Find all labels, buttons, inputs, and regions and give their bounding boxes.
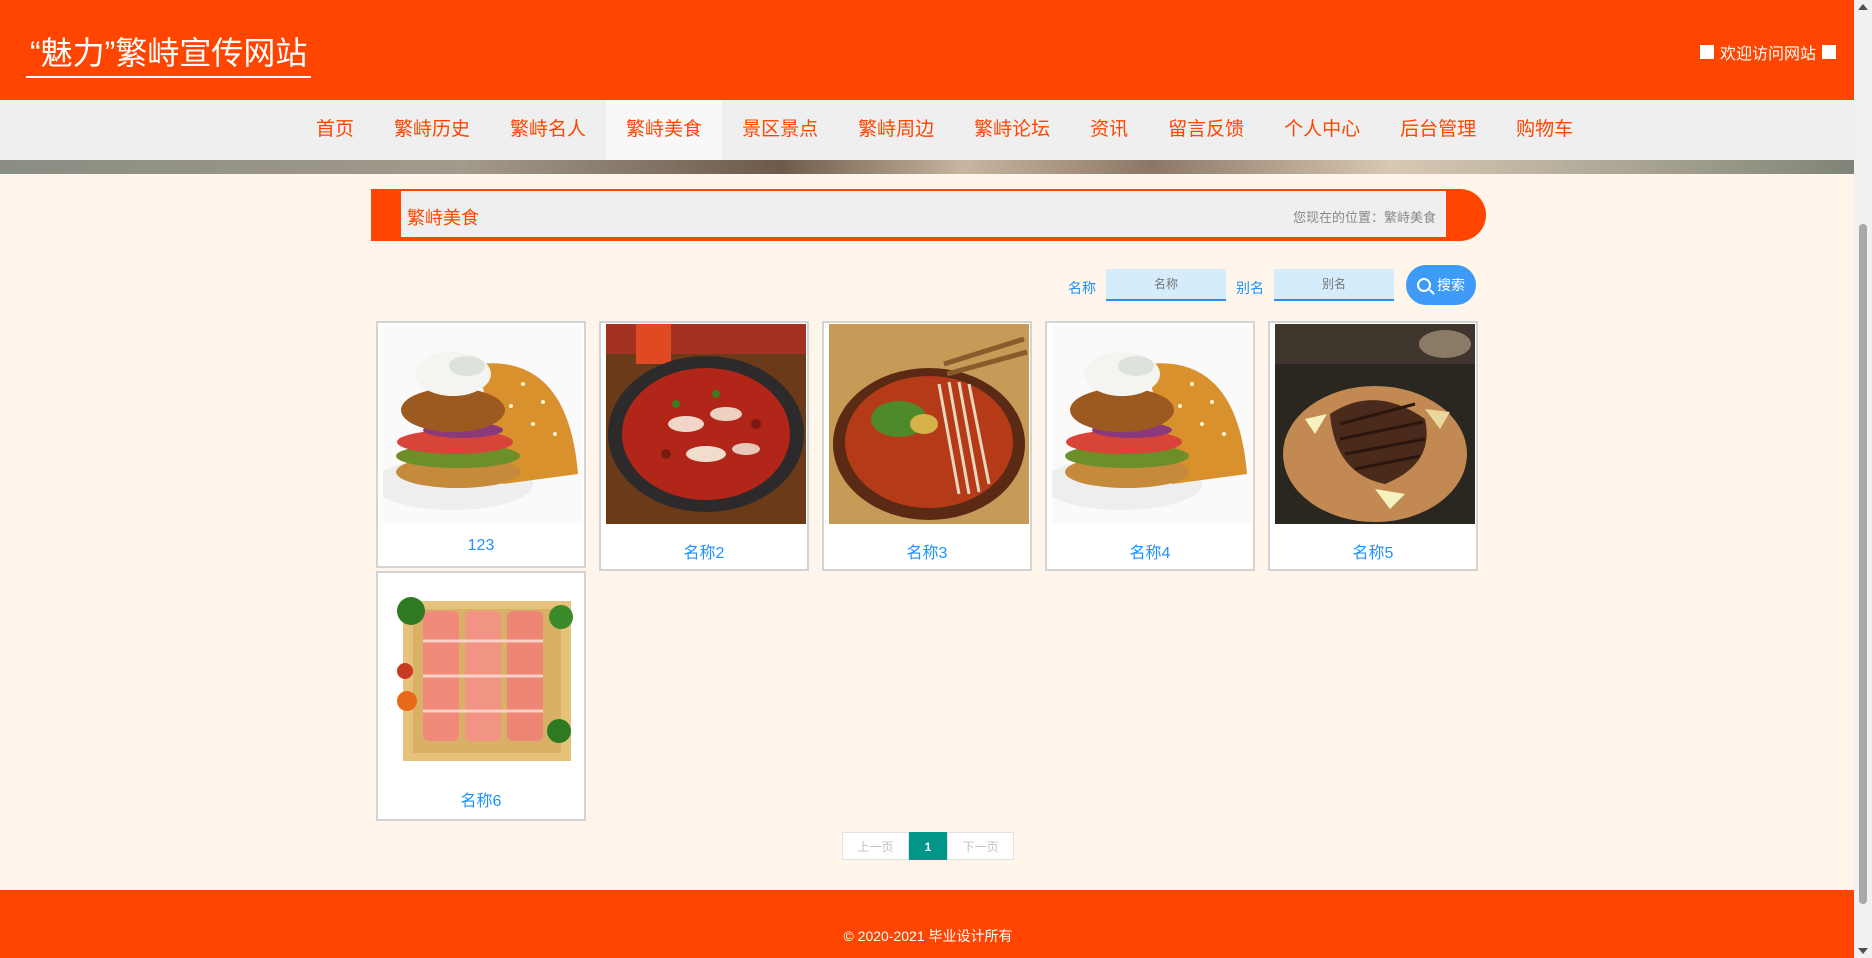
- food-card[interactable]: 名称3: [822, 321, 1032, 571]
- food-card-caption[interactable]: 名称2: [601, 539, 807, 563]
- food-image-steak[interactable]: [1275, 324, 1475, 524]
- food-card-caption[interactable]: 名称4: [1047, 539, 1253, 563]
- header: “魅力”繁峙宣传网站 欢迎访问网站: [0, 0, 1856, 100]
- nav-item-history[interactable]: 繁峙历史: [374, 100, 490, 160]
- nav-item-surroundings[interactable]: 繁峙周边: [838, 100, 954, 160]
- nav-item-home[interactable]: 首页: [296, 100, 374, 160]
- food-image-spicy-fish[interactable]: [606, 324, 806, 524]
- food-card-caption[interactable]: 名称5: [1270, 539, 1476, 563]
- copyright-text: © 2020-2021 毕业设计所有: [843, 928, 1013, 944]
- nav-item-scenic-spots[interactable]: 景区景点: [722, 100, 838, 160]
- square-icon: [1822, 45, 1836, 59]
- scrollbar-thumb[interactable]: [1859, 224, 1867, 904]
- nav-item-food[interactable]: 繁峙美食: [606, 100, 723, 160]
- scroll-down-arrow-icon[interactable]: [1858, 948, 1868, 954]
- food-card[interactable]: 名称4: [1045, 321, 1255, 571]
- nav-item-forum[interactable]: 繁峙论坛: [954, 100, 1070, 160]
- nav-item-personal-center[interactable]: 个人中心: [1264, 100, 1380, 160]
- banner-image-strip: [0, 160, 1856, 174]
- vertical-scrollbar[interactable]: [1854, 0, 1872, 958]
- nav-item-celebrities[interactable]: 繁峙名人: [490, 100, 606, 160]
- current-page[interactable]: 1: [909, 832, 947, 860]
- food-image-burger[interactable]: [383, 324, 583, 524]
- food-card-caption[interactable]: 名称3: [824, 539, 1030, 563]
- nav-item-feedback[interactable]: 留言反馈: [1148, 100, 1264, 160]
- section-title: 繁峙美食: [407, 208, 479, 228]
- food-image-sashimi[interactable]: [383, 581, 583, 781]
- name-label: 名称: [1068, 280, 1096, 296]
- breadcrumb: 您现在的位置：繁峙美食: [1292, 210, 1436, 225]
- food-image-noodles[interactable]: [829, 324, 1029, 524]
- food-card[interactable]: 名称5: [1268, 321, 1478, 571]
- name-search-input[interactable]: [1106, 269, 1226, 301]
- welcome-text: 欢迎访问网站: [1719, 46, 1816, 63]
- food-image-burger[interactable]: [1052, 324, 1252, 524]
- footer: © 2020-2021 毕业设计所有: [0, 890, 1856, 958]
- square-icon: [1699, 45, 1714, 59]
- next-page-button[interactable]: 下一页: [947, 832, 1014, 860]
- search-button-label: 搜索: [1437, 277, 1465, 293]
- food-card-caption[interactable]: 名称6: [378, 787, 584, 811]
- food-card[interactable]: 名称2: [599, 321, 809, 571]
- search-icon: [1417, 278, 1431, 292]
- food-card-caption[interactable]: 123: [378, 537, 584, 555]
- welcome-bar: 欢迎访问网站: [1699, 40, 1836, 64]
- site-title[interactable]: “魅力”繁峙宣传网站: [26, 28, 312, 78]
- alias-label: 别名: [1236, 280, 1264, 296]
- food-card[interactable]: 名称6: [376, 571, 586, 821]
- scroll-up-arrow-icon[interactable]: [1858, 4, 1868, 10]
- search-button[interactable]: 搜索: [1406, 265, 1476, 305]
- search-bar: 名称 别名 搜索: [1068, 265, 1476, 305]
- page: “魅力”繁峙宣传网站 欢迎访问网站 首页 繁峙历史 繁峙名人 繁峙美食 景区景点…: [0, 0, 1856, 958]
- prev-page-button[interactable]: 上一页: [842, 832, 909, 860]
- nav-item-cart[interactable]: 购物车: [1496, 100, 1593, 160]
- alias-search-input[interactable]: [1274, 269, 1394, 301]
- section-title-bar: 繁峙美食 您现在的位置：繁峙美食: [371, 189, 1486, 241]
- pagination: 上一页 1 下一页: [842, 832, 1014, 860]
- nav-item-news[interactable]: 资讯: [1070, 100, 1148, 160]
- food-card[interactable]: 123: [376, 321, 586, 568]
- main-nav: 首页 繁峙历史 繁峙名人 繁峙美食 景区景点 繁峙周边 繁峙论坛 资讯 留言反馈…: [0, 100, 1856, 160]
- nav-item-admin[interactable]: 后台管理: [1380, 100, 1496, 160]
